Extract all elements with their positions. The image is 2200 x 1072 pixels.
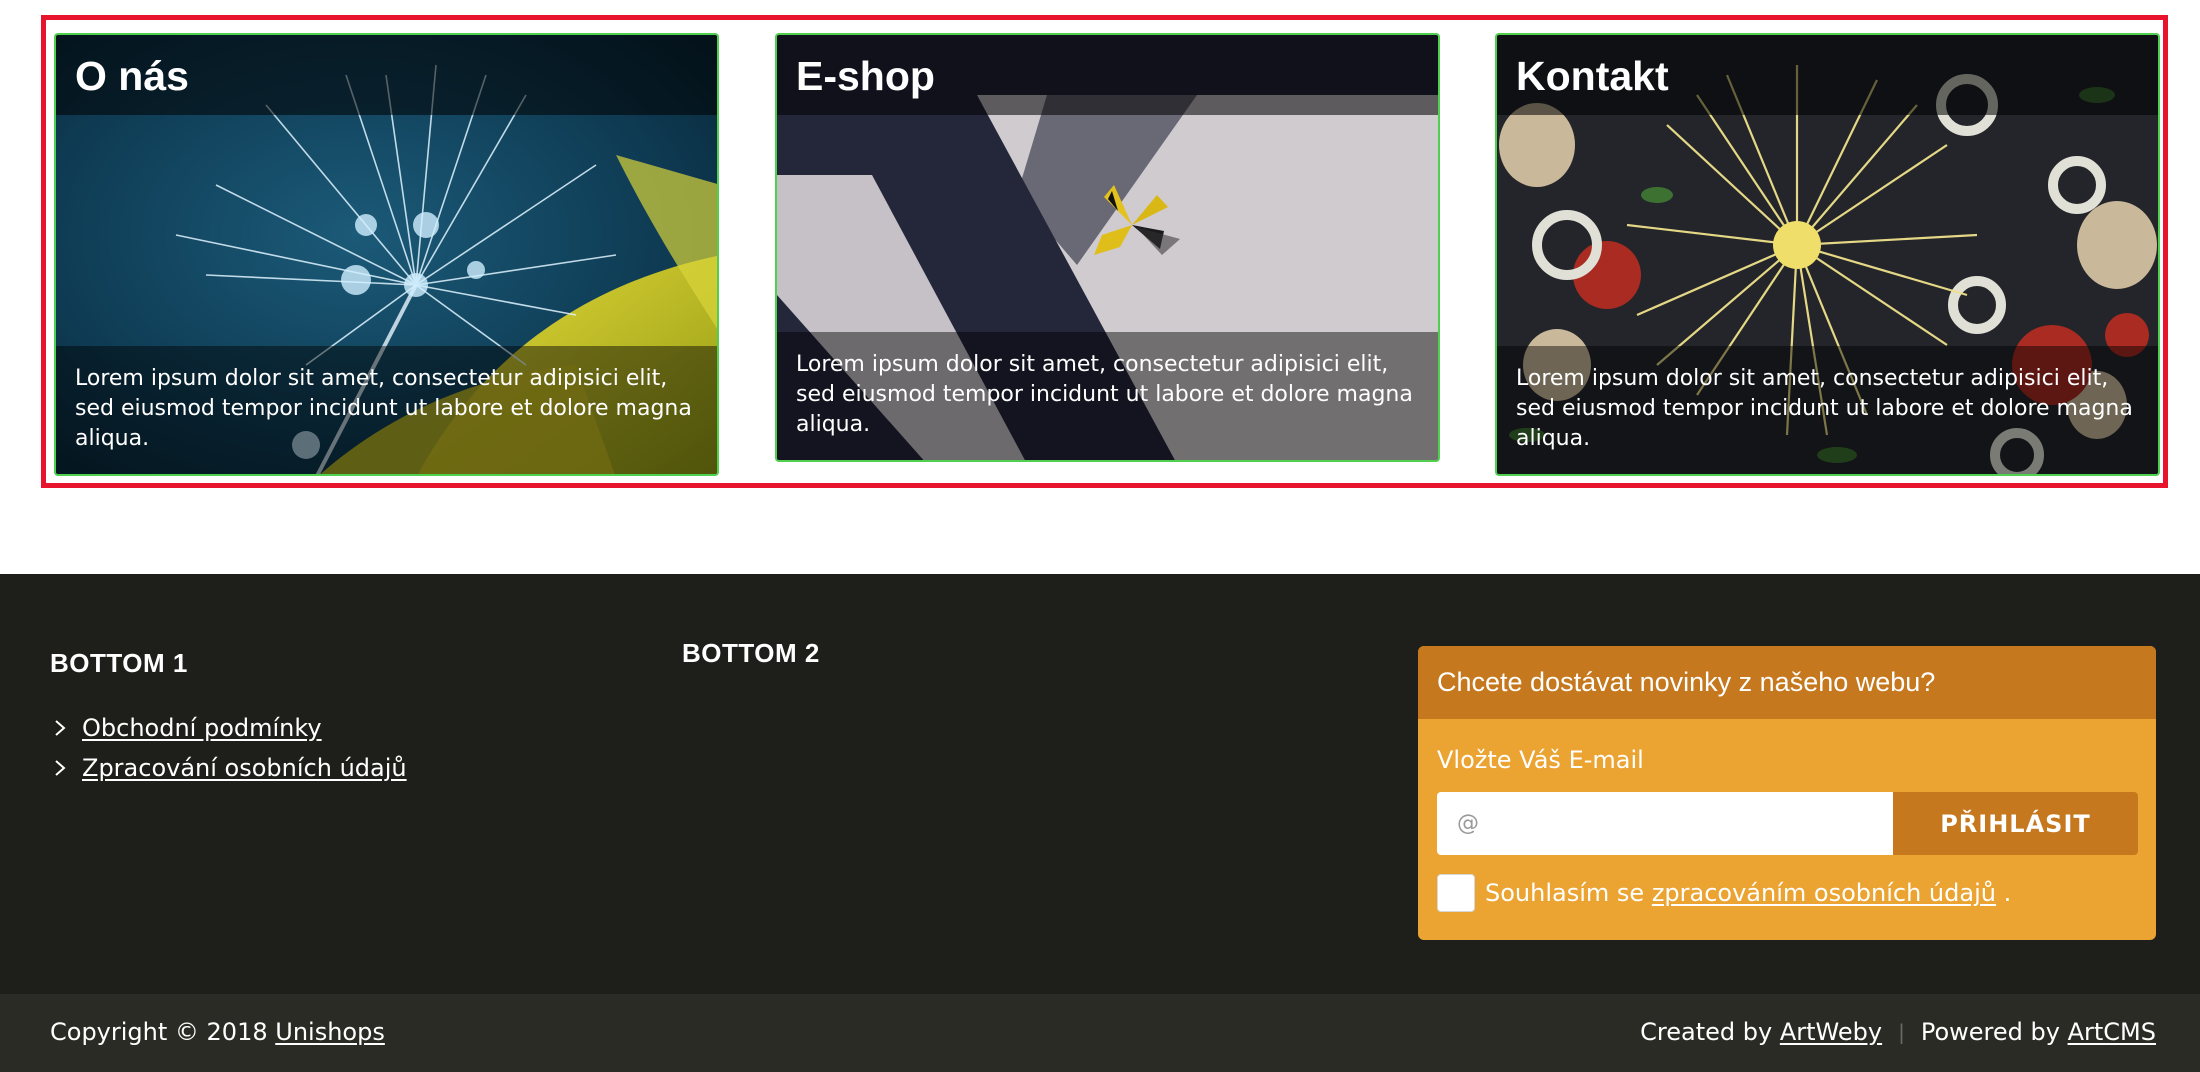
card-e-shop[interactable]: E-shop Lorem ipsum dolor sit amet, conse… <box>775 33 1440 462</box>
privacy-link[interactable]: Zpracování osobních údajů <box>82 754 407 782</box>
card-header: O nás <box>56 35 717 115</box>
list-item: Zpracování osobních údajů <box>50 748 407 788</box>
consent-suffix: . <box>2003 879 2012 907</box>
artcms-link[interactable]: ArtCMS <box>2068 1018 2156 1046</box>
credits: Created by ArtWeby | Powered by ArtCMS <box>1640 1018 2156 1046</box>
card-kontakt[interactable]: Kontakt Lorem ipsum dolor sit amet, cons… <box>1495 33 2160 476</box>
card-description: Lorem ipsum dolor sit amet, consectetur … <box>1516 366 2133 451</box>
card-header: Kontakt <box>1497 35 2158 115</box>
artweby-link[interactable]: ArtWeby <box>1780 1018 1882 1046</box>
consent-checkbox[interactable] <box>1437 874 1475 912</box>
card-title[interactable]: Kontakt <box>1516 53 1669 100</box>
separator: | <box>1898 1020 1905 1044</box>
consent-privacy-link[interactable]: zpracováním osobních údajů <box>1652 879 1996 907</box>
card-description-box: Lorem ipsum dolor sit amet, consectetur … <box>1497 346 2158 474</box>
chevron-right-icon <box>55 760 66 776</box>
terms-link[interactable]: Obchodní podmínky <box>82 714 322 742</box>
created-by-text: Created by <box>1640 1018 1773 1046</box>
email-label: Vložte Váš E-mail <box>1437 746 1644 774</box>
chevron-right-icon <box>55 720 66 736</box>
card-description: Lorem ipsum dolor sit amet, consectetur … <box>796 352 1413 437</box>
card-title[interactable]: E-shop <box>796 53 935 100</box>
newsletter-title: Chcete dostávat novinky z našeho webu? <box>1437 667 1936 697</box>
unishops-link[interactable]: Unishops <box>275 1018 385 1046</box>
footer-links: Obchodní podmínky Zpracování osobních úd… <box>50 708 407 788</box>
email-input[interactable] <box>1437 792 1893 855</box>
newsletter-box: Chcete dostávat novinky z našeho webu? V… <box>1418 646 2156 940</box>
consent-prefix: Souhlasím se <box>1485 879 1645 907</box>
card-title[interactable]: O nás <box>75 53 189 100</box>
card-header: E-shop <box>777 35 1438 115</box>
consent-row: Souhlasím se zpracováním osobních údajů … <box>1437 874 2011 912</box>
list-item: Obchodní podmínky <box>50 708 407 748</box>
card-description-box: Lorem ipsum dolor sit amet, consectetur … <box>56 346 717 474</box>
footer-column-2-title: BOTTOM 2 <box>682 638 820 668</box>
newsletter-header: Chcete dostávat novinky z našeho webu? <box>1418 646 2156 719</box>
card-o-nas[interactable]: O nás Lorem ipsum dolor sit amet, consec… <box>54 33 719 476</box>
powered-by-text: Powered by <box>1920 1018 2060 1046</box>
copyright-text: Copyright © 2018 <box>50 1018 268 1046</box>
card-description: Lorem ipsum dolor sit amet, consectetur … <box>75 366 692 451</box>
consent-text: Souhlasím se zpracováním osobních údajů … <box>1485 879 2011 907</box>
subscribe-button[interactable]: PŘIHLÁSIT <box>1893 792 2138 855</box>
footer-column-1-title: BOTTOM 1 <box>50 648 188 678</box>
card-description-box: Lorem ipsum dolor sit amet, consectetur … <box>777 332 1438 460</box>
footer: BOTTOM 1 Obchodní podmínky Zpracování os… <box>0 574 2200 994</box>
footer-bottom-bar: Copyright © 2018 Unishops Created by Art… <box>0 994 2200 1072</box>
copyright: Copyright © 2018 Unishops <box>50 1018 385 1046</box>
featured-cards-section: O nás Lorem ipsum dolor sit amet, consec… <box>41 15 2168 488</box>
